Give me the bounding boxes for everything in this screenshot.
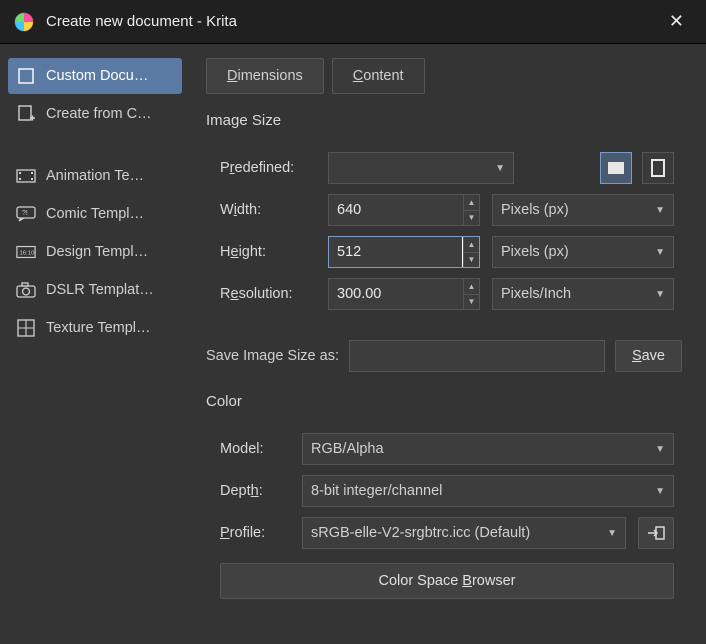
- document-plus-icon: [16, 104, 36, 124]
- spin-up-icon[interactable]: ▲: [464, 237, 479, 253]
- resolution-unit-value: Pixels/Inch: [501, 286, 571, 302]
- chevron-down-icon: ▼: [655, 289, 665, 300]
- sidebar: Custom Docu… Create from C… Animation Te…: [0, 44, 190, 644]
- spin-down-icon[interactable]: ▼: [464, 295, 479, 310]
- sidebar-item-animation-templates[interactable]: Animation Te…: [8, 158, 182, 194]
- svg-text:16:10: 16:10: [20, 251, 35, 257]
- depth-combo[interactable]: 8-bit integer/channel ▼: [302, 475, 674, 507]
- section-image-size: Image Size: [206, 112, 682, 129]
- model-value: RGB/Alpha: [311, 441, 384, 457]
- save-image-size-as-label: Save Image Size as:: [206, 348, 339, 364]
- resolution-label: Resolution:: [220, 286, 316, 302]
- sidebar-item-design-templates[interactable]: 16:10 Design Templ…: [8, 234, 182, 270]
- close-icon[interactable]: ✕: [661, 7, 692, 36]
- depth-label: Depth:: [220, 483, 290, 499]
- grid-icon: [16, 318, 36, 338]
- height-unit-value: Pixels (px): [501, 244, 569, 260]
- resolution-input[interactable]: ▲▼: [328, 278, 480, 310]
- tab-content[interactable]: Content: [332, 58, 425, 94]
- width-value[interactable]: [337, 195, 463, 225]
- depth-value: 8-bit integer/channel: [311, 483, 442, 499]
- sidebar-item-label: Texture Templ…: [46, 320, 151, 336]
- predefined-label: Predefined:: [220, 160, 316, 176]
- sidebar-item-dslr-templates[interactable]: DSLR Templat…: [8, 272, 182, 308]
- svg-text:?!: ?!: [22, 210, 28, 217]
- document-icon: [16, 66, 36, 86]
- tabs: Dimensions Content: [206, 58, 682, 94]
- width-unit-combo[interactable]: Pixels (px) ▼: [492, 194, 674, 226]
- height-label: Height:: [220, 244, 316, 260]
- window-title: Create new document - Krita: [46, 13, 661, 30]
- orientation-landscape-button[interactable]: [600, 152, 632, 184]
- height-unit-combo[interactable]: Pixels (px) ▼: [492, 236, 674, 268]
- orientation-portrait-button[interactable]: [642, 152, 674, 184]
- width-label: Width:: [220, 202, 316, 218]
- sidebar-item-texture-templates[interactable]: Texture Templ…: [8, 310, 182, 346]
- camera-icon: [16, 280, 36, 300]
- sidebar-item-label: Create from C…: [46, 106, 152, 122]
- sidebar-item-label: Animation Te…: [46, 168, 144, 184]
- tab-dimensions[interactable]: Dimensions: [206, 58, 324, 94]
- profile-combo[interactable]: sRGB-elle-V2-srgbtrc.icc (Default) ▼: [302, 517, 626, 549]
- resolution-value[interactable]: [337, 279, 463, 309]
- spin-down-icon[interactable]: ▼: [464, 211, 479, 226]
- chevron-down-icon: ▼: [495, 163, 505, 174]
- model-label: Model:: [220, 441, 290, 457]
- resolution-unit-combo[interactable]: Pixels/Inch ▼: [492, 278, 674, 310]
- titlebar: Create new document - Krita ✕: [0, 0, 706, 44]
- chevron-down-icon: ▼: [655, 247, 665, 258]
- profile-value: sRGB-elle-V2-srgbtrc.icc (Default): [311, 525, 530, 541]
- chevron-down-icon: ▼: [607, 528, 617, 539]
- width-unit-value: Pixels (px): [501, 202, 569, 218]
- section-color: Color: [206, 393, 682, 410]
- spin-up-icon[interactable]: ▲: [464, 195, 479, 211]
- sidebar-item-create-from-clipboard[interactable]: Create from C…: [8, 96, 182, 132]
- sidebar-item-label: Custom Docu…: [46, 68, 148, 84]
- spin-down-icon[interactable]: ▼: [464, 253, 479, 268]
- save-image-size-as-input[interactable]: [349, 340, 605, 372]
- sidebar-item-label: DSLR Templat…: [46, 282, 154, 298]
- film-icon: [16, 166, 36, 186]
- speech-bubble-icon: ?!: [16, 204, 36, 224]
- height-value[interactable]: [337, 237, 463, 267]
- height-input[interactable]: ▲▼: [328, 236, 480, 268]
- sidebar-item-label: Comic Templ…: [46, 206, 144, 222]
- import-icon: [647, 525, 665, 541]
- chevron-down-icon: ▼: [655, 444, 665, 455]
- ratio-icon: 16:10: [16, 242, 36, 262]
- spin-up-icon[interactable]: ▲: [464, 279, 479, 295]
- sidebar-item-custom-document[interactable]: Custom Docu…: [8, 58, 182, 94]
- color-space-browser-button[interactable]: Color Space Browser: [220, 563, 674, 599]
- predefined-combo[interactable]: ▼: [328, 152, 514, 184]
- chevron-down-icon: ▼: [655, 205, 665, 216]
- sidebar-item-label: Design Templ…: [46, 244, 148, 260]
- model-combo[interactable]: RGB/Alpha ▼: [302, 433, 674, 465]
- import-profile-button[interactable]: [638, 517, 674, 549]
- save-button[interactable]: Save: [615, 340, 682, 372]
- chevron-down-icon: ▼: [655, 486, 665, 497]
- width-input[interactable]: ▲▼: [328, 194, 480, 226]
- profile-label: Profile:: [220, 525, 290, 541]
- krita-logo-icon: [14, 12, 34, 32]
- sidebar-item-comic-templates[interactable]: ?! Comic Templ…: [8, 196, 182, 232]
